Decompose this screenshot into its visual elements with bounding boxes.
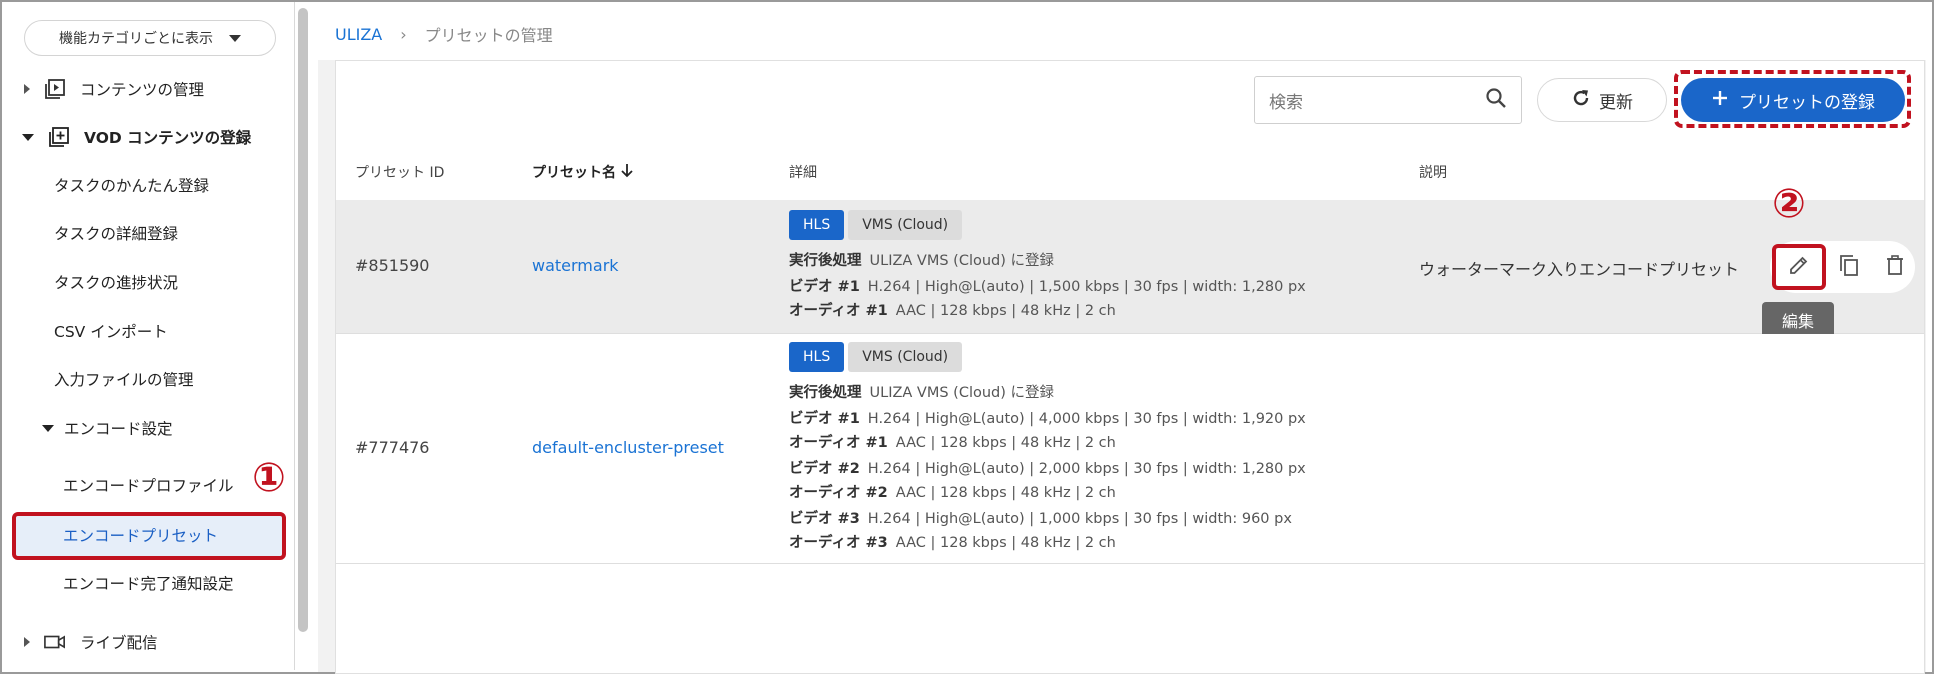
sidebar-item-label: エンコード完了通知設定 <box>63 575 234 593</box>
preset-tags: HLS VMS (Cloud) <box>789 210 963 240</box>
register-label: プリセットの登録 <box>1739 92 1875 113</box>
sidebar-item-label: VOD コンテンツの登録 <box>84 129 252 147</box>
sidebar-item-label: エンコードプロファイル <box>63 477 234 495</box>
sidebar-item-quick-task[interactable]: タスクのかんたん登録 <box>54 174 344 196</box>
pencil-icon <box>1788 254 1810 280</box>
column-header-name-label: プリセット名 <box>532 165 616 181</box>
duplicate-button[interactable] <box>1834 252 1864 282</box>
tag-hls: HLS <box>789 210 845 240</box>
tag-hls: HLS <box>789 342 845 372</box>
tag-vms: VMS (Cloud) <box>848 342 963 372</box>
sidebar-item-live[interactable]: ライブ配信 <box>0 630 290 654</box>
preset-id: #851590 <box>355 256 430 275</box>
column-header-detail: 詳細 <box>789 165 817 181</box>
column-header-id[interactable]: プリセット ID <box>355 162 444 182</box>
sidebar-item-label: タスクのかんたん登録 <box>54 177 210 195</box>
plus-icon <box>1711 89 1729 112</box>
expand-icon <box>24 84 30 94</box>
detail-post-process: 実行後処理 ULIZA VMS (Cloud) に登録 <box>789 253 1055 269</box>
add-box-icon <box>48 126 70 148</box>
video-camera-icon <box>44 631 66 653</box>
step2-marker: ② <box>1772 181 1806 227</box>
play-box-icon <box>44 78 66 100</box>
sidebar-item-input-files[interactable]: 入力ファイルの管理 <box>54 368 344 390</box>
detail-line: オーディオ #2 AAC | 128 kbps | 48 kHz | 2 ch <box>789 485 1116 501</box>
sidebar-item-csv-import[interactable]: CSV インポート <box>54 320 344 342</box>
arrow-down-icon <box>620 162 634 182</box>
column-header-name[interactable]: プリセット名 <box>532 162 634 182</box>
column-header-description: 説明 <box>1419 165 1447 181</box>
search-input[interactable]: 検索 <box>1254 76 1522 124</box>
sidebar-item-label: 入力ファイルの管理 <box>54 371 194 389</box>
preset-name-link[interactable]: default-encluster-preset <box>532 438 724 457</box>
delete-button[interactable] <box>1880 252 1910 282</box>
sidebar-item-encode-preset[interactable]: エンコードプリセット <box>63 524 353 546</box>
breadcrumb-current: プリセットの管理 <box>424 26 553 45</box>
sidebar-item-label: タスクの進捗状況 <box>54 274 179 292</box>
detail-line: ビデオ #1 H.264 | High@L(auto) | 1,500 kbps … <box>789 279 1306 295</box>
tag-vms: VMS (Cloud) <box>848 210 963 240</box>
sidebar-item-encode-settings[interactable]: エンコード設定 <box>0 417 290 439</box>
sidebar-item-detail-task[interactable]: タスクの詳細登録 <box>54 222 344 244</box>
breadcrumb-root-link[interactable]: ULIZA <box>335 25 382 44</box>
detail-line: オーディオ #1 AAC | 128 kbps | 48 kHz | 2 ch <box>789 435 1116 451</box>
sidebar-item-label: エンコード設定 <box>64 420 173 438</box>
refresh-button[interactable]: 更新 <box>1537 78 1667 122</box>
breadcrumb: ULIZA › プリセットの管理 <box>335 22 553 46</box>
sidebar-item-label: エンコードプリセット <box>63 527 219 545</box>
detail-line: オーディオ #1 AAC | 128 kbps | 48 kHz | 2 ch <box>789 303 1116 319</box>
refresh-icon <box>1571 88 1591 113</box>
collapse-icon <box>42 424 54 432</box>
caret-down-icon <box>229 34 241 42</box>
sidebar-item-contents[interactable]: コンテンツの管理 <box>0 76 290 102</box>
sidebar-item-task-progress[interactable]: タスクの進捗状況 <box>54 271 344 293</box>
search-placeholder: 検索 <box>1269 92 1303 113</box>
view-mode-label: 機能カテゴリごとに表示 <box>59 31 213 47</box>
step1-marker: ① <box>252 455 286 501</box>
breadcrumb-separator: › <box>400 24 407 44</box>
view-mode-select[interactable]: 機能カテゴリごとに表示 <box>24 20 276 56</box>
edit-tooltip: 編集 <box>1762 302 1834 338</box>
preset-id: #777476 <box>355 438 430 457</box>
sidebar-item-label: CSV インポート <box>54 323 168 341</box>
refresh-label: 更新 <box>1599 92 1633 113</box>
detail-line: オーディオ #3 AAC | 128 kbps | 48 kHz | 2 ch <box>789 535 1116 551</box>
edit-button[interactable] <box>1772 244 1826 290</box>
detail-line: ビデオ #1 H.264 | High@L(auto) | 4,000 kbps … <box>789 411 1306 427</box>
sidebar-item-encode-notify[interactable]: エンコード完了通知設定 <box>63 572 353 594</box>
copy-icon <box>1838 253 1860 281</box>
preset-tags: HLS VMS (Cloud) <box>789 342 963 372</box>
preset-description: ウォーターマーク入りエンコードプリセット <box>1419 260 1740 279</box>
detail-line: ビデオ #2 H.264 | High@L(auto) | 2,000 kbps … <box>789 461 1306 477</box>
detail-post-process: 実行後処理 ULIZA VMS (Cloud) に登録 <box>789 385 1055 401</box>
sidebar-item-label: コンテンツの管理 <box>80 81 205 99</box>
search-icon <box>1485 87 1507 114</box>
trash-icon <box>1885 254 1905 280</box>
preset-name-link[interactable]: watermark <box>532 256 619 275</box>
sidebar-item-label: ライブ配信 <box>80 634 158 652</box>
register-preset-button[interactable]: プリセットの登録 <box>1681 78 1905 122</box>
sidebar-item-encode-profile[interactable]: エンコードプロファイル <box>63 474 353 496</box>
sidebar-item-vod-register[interactable]: VOD コンテンツの登録 <box>0 124 290 150</box>
detail-line: ビデオ #3 H.264 | High@L(auto) | 1,000 kbps … <box>789 511 1292 527</box>
expand-icon <box>24 637 30 647</box>
collapse-icon <box>22 133 34 141</box>
sidebar-item-label: タスクの詳細登録 <box>54 225 179 243</box>
